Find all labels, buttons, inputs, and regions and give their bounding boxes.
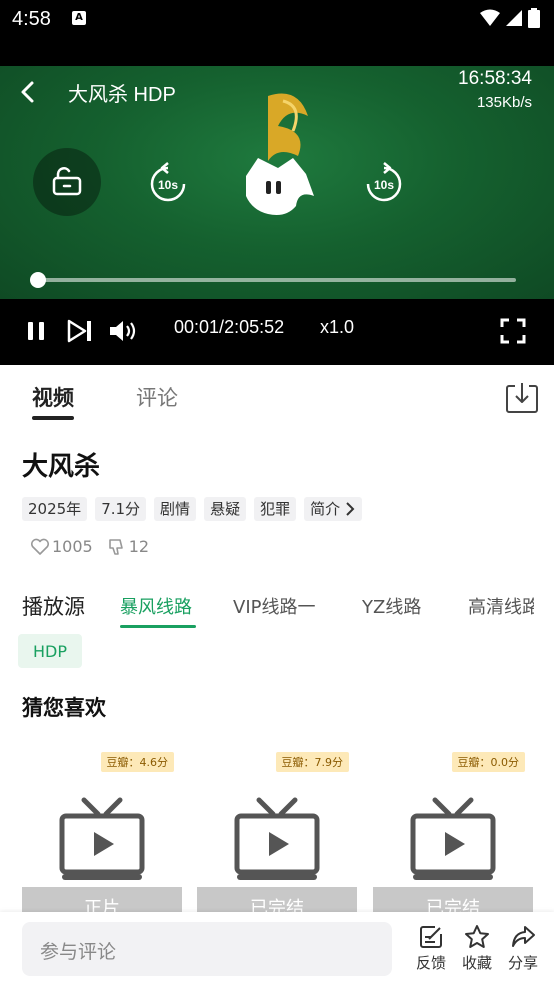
- system-icons: [480, 8, 540, 28]
- back-icon[interactable]: [16, 80, 40, 104]
- tag-genre: 剧情: [154, 497, 197, 521]
- heart-icon: [30, 538, 50, 555]
- seek-bar[interactable]: [38, 278, 516, 282]
- tv-placeholder-icon: [410, 797, 496, 880]
- duration: 2:05:52: [224, 317, 285, 337]
- chevron-right-icon: [346, 502, 355, 516]
- source-label: 播放源: [22, 595, 85, 619]
- playback-time: 00:01/2:05:52: [174, 317, 284, 338]
- network-speed: 135Kb/s: [476, 94, 532, 111]
- player-clock: 16:58:34: [458, 68, 532, 89]
- player-control-bar: 00:01/2:05:52 x1.0: [0, 299, 554, 365]
- source-tab[interactable]: 高清线路: [468, 593, 534, 619]
- recommend-card[interactable]: 豆瓣：4.6分 正片: [22, 748, 182, 914]
- dislike-count: 12: [128, 537, 150, 556]
- volume-icon[interactable]: [107, 315, 139, 347]
- fullscreen-icon[interactable]: [497, 315, 529, 347]
- wifi-icon: [480, 9, 500, 26]
- source-tab[interactable]: VIP线路一: [233, 593, 315, 619]
- favorite-label: 收藏: [461, 954, 492, 972]
- download-icon[interactable]: [504, 380, 540, 416]
- tv-placeholder-icon: [59, 797, 145, 880]
- episode-chip[interactable]: HDP: [18, 634, 82, 668]
- like-count: 1005: [52, 537, 93, 556]
- tab-comment[interactable]: 评论: [136, 382, 178, 412]
- rating-badge: 豆瓣：0.0分: [451, 752, 525, 772]
- intro-label: 简介: [310, 500, 341, 518]
- tab-indicator: [32, 416, 74, 420]
- video-player[interactable]: 大风杀 HDP 16:58:34 135Kb/s 10s 10s: [0, 66, 554, 299]
- card-status: 已完结: [373, 887, 533, 914]
- forward-label: 10s: [374, 178, 394, 192]
- recommend-card[interactable]: 豆瓣：0.0分 已完结: [373, 748, 533, 914]
- feedback-button[interactable]: 反馈: [408, 924, 454, 973]
- player-title: 大风杀 HDP: [68, 84, 176, 106]
- recommend-title: 猜您喜欢: [22, 696, 106, 720]
- bottom-bar: 参与评论 反馈 收藏 分享: [0, 912, 554, 985]
- notification-icon: A: [72, 11, 86, 25]
- edit-icon: [420, 926, 442, 948]
- lock-button[interactable]: [33, 148, 101, 216]
- like-button[interactable]: 1005: [30, 537, 93, 556]
- comment-input[interactable]: 参与评论: [22, 922, 392, 976]
- playback-rate[interactable]: x1.0: [320, 317, 354, 338]
- card-status: 正片: [22, 887, 182, 914]
- unlock-icon: [52, 167, 82, 196]
- share-icon: [512, 926, 535, 947]
- reactions: 1005 12: [30, 537, 149, 556]
- source-tab[interactable]: YZ线路: [362, 593, 421, 619]
- next-icon[interactable]: [64, 315, 96, 347]
- rewind-10s-button[interactable]: 10s: [146, 162, 190, 206]
- thumbs-down-icon: [108, 538, 123, 555]
- tag-list: 2025年 7.1分 剧情 悬疑 犯罪 简介: [22, 497, 363, 521]
- seek-handle[interactable]: [30, 272, 47, 288]
- tv-placeholder-icon: [234, 797, 320, 880]
- tab-video[interactable]: 视频: [32, 382, 74, 412]
- status-time: 4:58: [12, 8, 51, 30]
- comment-placeholder: 参与评论: [40, 941, 117, 963]
- tag-score: 7.1分: [95, 497, 147, 521]
- source-indicator: [120, 625, 196, 628]
- intro-button[interactable]: 简介: [304, 497, 363, 521]
- card-status: 已完结: [197, 887, 357, 914]
- pause-icon[interactable]: [20, 315, 52, 347]
- dislike-button[interactable]: 12: [107, 537, 149, 556]
- rewind-label: 10s: [158, 178, 178, 192]
- rating-badge: 豆瓣：4.6分: [100, 752, 174, 772]
- recommend-card[interactable]: 豆瓣：7.9分 已完结: [197, 748, 357, 914]
- share-button[interactable]: 分享: [500, 924, 546, 973]
- signal-icon: [506, 10, 522, 26]
- battery-icon: [528, 8, 540, 28]
- current-time: 00:01: [174, 317, 220, 337]
- status-bar: 4:58 A: [0, 0, 554, 66]
- favorite-button[interactable]: 收藏: [454, 924, 500, 973]
- app-logo: [246, 93, 314, 215]
- tag-genre: 悬疑: [204, 497, 247, 521]
- source-tab[interactable]: 暴风线路: [120, 593, 192, 619]
- share-label: 分享: [507, 954, 538, 972]
- feedback-label: 反馈: [415, 954, 446, 972]
- forward-10s-button[interactable]: 10s: [362, 162, 406, 206]
- movie-title: 大风杀: [22, 452, 101, 482]
- tag-genre: 犯罪: [254, 497, 297, 521]
- rating-badge: 豆瓣：7.9分: [275, 752, 349, 772]
- star-icon: [465, 925, 489, 948]
- tag-year: 2025年: [22, 497, 88, 521]
